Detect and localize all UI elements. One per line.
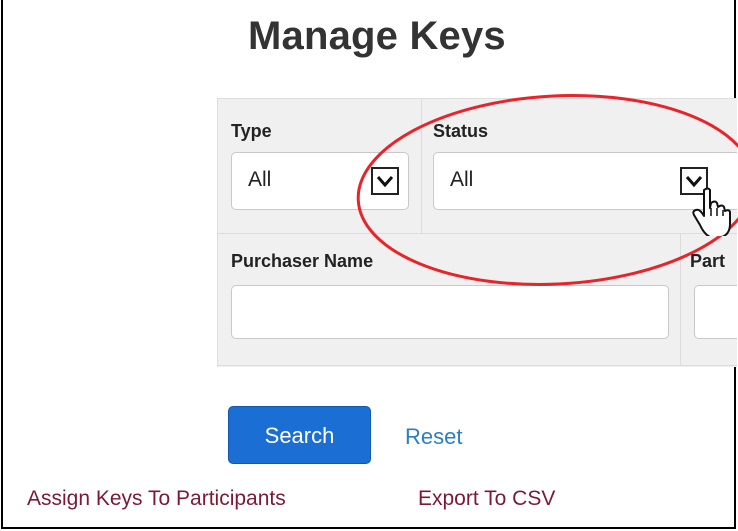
hand-pointer-icon <box>692 187 731 236</box>
chevron-down-icon[interactable] <box>371 167 399 195</box>
type-select[interactable]: All <box>231 152 409 210</box>
participant-input[interactable] <box>694 285 737 339</box>
column-divider <box>421 99 422 233</box>
purchaser-name-label: Purchaser Name <box>231 251 374 271</box>
reset-link[interactable]: Reset <box>405 424 462 450</box>
status-label: Status <box>433 121 489 141</box>
type-select-value: All <box>248 168 272 191</box>
status-select-value: All <box>450 168 474 191</box>
row-divider <box>218 233 737 234</box>
type-label: Type <box>231 121 272 141</box>
assign-keys-link[interactable]: Assign Keys To Participants <box>27 487 286 511</box>
purchaser-name-input[interactable] <box>231 285 669 339</box>
filter-panel: Type All Status All Purchaser Name Part <box>217 98 737 367</box>
page-title: Manage Keys <box>248 14 506 58</box>
row-divider <box>218 365 737 366</box>
participant-label: Part <box>690 251 726 271</box>
export-csv-link[interactable]: Export To CSV <box>418 487 555 511</box>
column-divider <box>680 233 681 365</box>
search-button[interactable]: Search <box>228 406 371 464</box>
